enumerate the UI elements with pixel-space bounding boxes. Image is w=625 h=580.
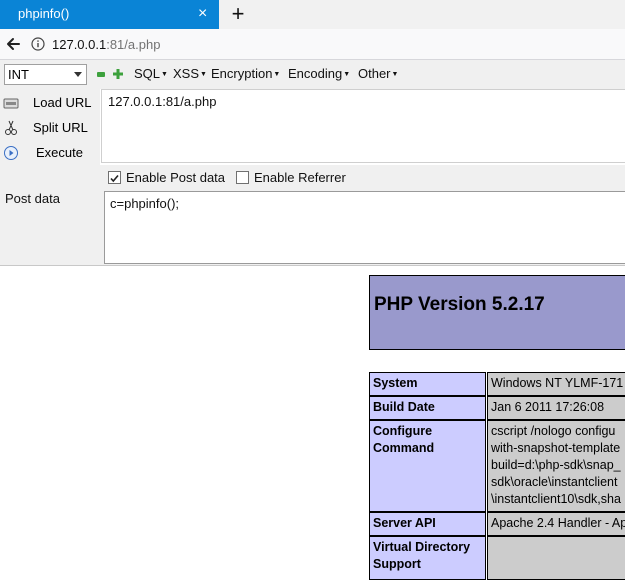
post-data-row: Post data c=phpinfo(); bbox=[0, 190, 625, 266]
plus-icon[interactable] bbox=[113, 67, 123, 79]
row-key: Virtual Directory Support bbox=[369, 536, 486, 580]
split-url-button[interactable]: Split URL bbox=[0, 116, 100, 140]
play-icon bbox=[3, 145, 19, 161]
hackbar-actions: Load URL Split URL Execute bbox=[0, 89, 100, 165]
url-textarea-value: 127.0.0.1:81/a.php bbox=[108, 94, 217, 109]
menu-other[interactable]: Other▼ bbox=[358, 66, 398, 81]
table-row: Virtual Directory Support bbox=[369, 536, 625, 580]
navigation-bar: 127.0.0.1:81/a.php bbox=[0, 29, 625, 60]
options-row: Enable Post data Enable Referrer bbox=[0, 165, 625, 190]
chevron-down-icon bbox=[74, 72, 82, 77]
row-value bbox=[487, 536, 625, 580]
load-url-label: Load URL bbox=[33, 95, 92, 110]
page-title: PHP Version 5.2.17 bbox=[374, 294, 545, 315]
menu-encryption[interactable]: Encryption▼ bbox=[211, 66, 280, 81]
php-version-header: PHP Version 5.2.17 bbox=[369, 275, 625, 350]
type-select[interactable]: INT bbox=[4, 64, 87, 85]
row-key: Server API bbox=[369, 512, 486, 536]
row-key: Configure Command bbox=[369, 420, 486, 512]
load-url-button[interactable]: Load URL bbox=[0, 91, 100, 115]
table-row: Server API Apache 2.4 Handler - Ap bbox=[369, 512, 625, 536]
post-data-label: Post data bbox=[5, 191, 60, 206]
post-data-value: c=phpinfo(); bbox=[110, 196, 180, 211]
menu-sql[interactable]: SQL▼ bbox=[134, 66, 168, 81]
url-host: 127.0.0.1 bbox=[52, 37, 107, 52]
row-key: Build Date bbox=[369, 396, 486, 420]
site-info-icon[interactable] bbox=[31, 37, 45, 51]
enable-referrer-label: Enable Referrer bbox=[254, 170, 346, 185]
tab-bar: phpinfo() × + bbox=[0, 0, 625, 29]
table-row: Configure Command cscript /nologo config… bbox=[369, 420, 625, 512]
enable-referrer-checkbox[interactable] bbox=[236, 171, 249, 184]
url-textarea[interactable]: 127.0.0.1:81/a.php bbox=[101, 89, 625, 163]
row-value: Apache 2.4 Handler - Ap bbox=[487, 512, 625, 536]
address-bar[interactable]: 127.0.0.1:81/a.php bbox=[52, 37, 160, 52]
row-value: Jan 6 2011 17:26:08 bbox=[487, 396, 625, 420]
row-value: Windows NT YLMF-171 bbox=[487, 372, 625, 396]
row-key: System bbox=[369, 372, 486, 396]
load-url-icon bbox=[3, 95, 19, 111]
menu-xss[interactable]: XSS▼ bbox=[173, 66, 207, 81]
back-arrow-icon[interactable] bbox=[4, 35, 22, 53]
enable-post-label: Enable Post data bbox=[126, 170, 226, 185]
menu-encoding[interactable]: Encoding▼ bbox=[288, 66, 350, 81]
post-data-textarea[interactable]: c=phpinfo(); bbox=[104, 191, 625, 264]
tab-strip-empty bbox=[219, 0, 625, 29]
type-select-value: INT bbox=[8, 67, 29, 82]
enable-post-checkbox[interactable] bbox=[108, 171, 121, 184]
row-value: cscript /nologo configu with-snapshot-te… bbox=[487, 420, 625, 512]
close-tab-icon[interactable]: × bbox=[198, 4, 207, 24]
table-row: System Windows NT YLMF-171 bbox=[369, 372, 625, 396]
execute-label: Execute bbox=[36, 145, 83, 160]
scissors-icon bbox=[3, 120, 19, 136]
tab-phpinfo[interactable]: phpinfo() × bbox=[0, 0, 219, 29]
execute-button[interactable]: Execute bbox=[0, 141, 100, 165]
tab-title: phpinfo() bbox=[18, 6, 70, 21]
new-tab-button[interactable]: + bbox=[226, 1, 250, 27]
split-url-label: Split URL bbox=[33, 120, 88, 135]
url-path: :81/a.php bbox=[106, 37, 161, 52]
minus-icon[interactable] bbox=[97, 72, 105, 77]
table-row: Build Date Jan 6 2011 17:26:08 bbox=[369, 396, 625, 420]
